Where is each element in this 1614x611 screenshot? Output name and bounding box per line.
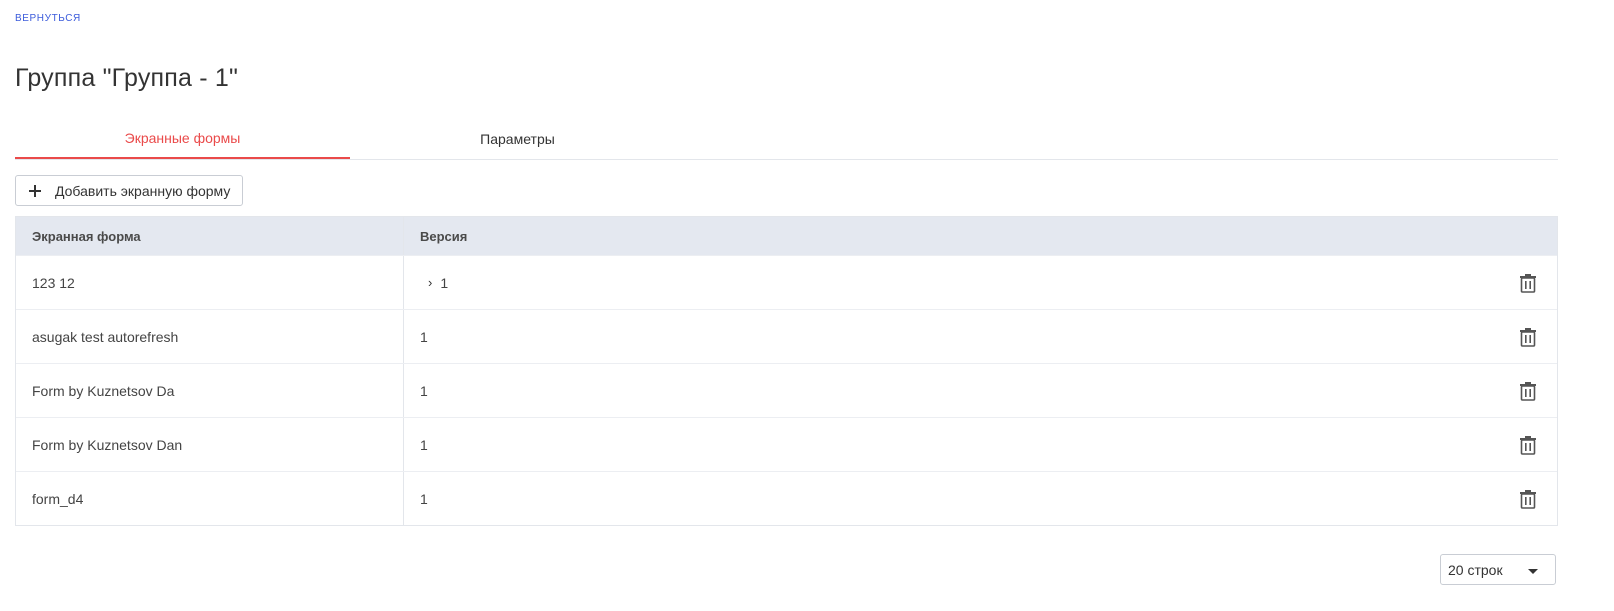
version-value: 1 (420, 328, 428, 345)
table-row[interactable]: Form by Kuznetsov Da 1 (16, 363, 1557, 417)
version-cell: 1 (404, 418, 1557, 471)
forms-table: Экранная форма Версия 123 12 › 1 asugak … (15, 216, 1558, 526)
trash-icon[interactable] (1519, 489, 1537, 509)
rows-per-page-value: 20 строк (1448, 561, 1503, 578)
trash-icon[interactable] (1519, 435, 1537, 455)
caret-down-icon (1528, 569, 1538, 574)
trash-icon[interactable] (1519, 273, 1537, 293)
tab-parameters[interactable]: Параметры (350, 118, 685, 159)
column-header-form: Экранная форма (16, 217, 404, 255)
table-row[interactable]: asugak test autorefresh 1 (16, 309, 1557, 363)
plus-icon (29, 184, 41, 197)
form-name-cell: 123 12 (16, 256, 404, 309)
form-name-cell: asugak test autorefresh (16, 310, 404, 363)
trash-icon[interactable] (1519, 381, 1537, 401)
add-screen-form-button[interactable]: Добавить экранную форму (15, 175, 244, 206)
version-value: 1 (420, 382, 428, 399)
version-value: 1 (420, 436, 428, 453)
trash-icon[interactable] (1519, 327, 1537, 347)
form-name-cell: form_d4 (16, 472, 404, 525)
version-value: 1 (440, 274, 449, 291)
back-link[interactable]: ВЕРНУТЬСЯ (15, 13, 81, 24)
tab-screen-forms[interactable]: Экранные формы (15, 118, 350, 159)
chevron-right-icon[interactable]: › (428, 276, 432, 289)
page-title: Группа "Группа - 1" (15, 64, 239, 92)
table-header: Экранная форма Версия (16, 217, 1557, 255)
form-name-cell: Form by Kuznetsov Dan (16, 418, 404, 471)
rows-per-page-select[interactable]: 20 строк (1440, 554, 1556, 585)
table-row[interactable]: Form by Kuznetsov Dan 1 (16, 417, 1557, 471)
add-screen-form-label: Добавить экранную форму (55, 182, 231, 199)
page: ВЕРНУТЬСЯ Группа "Группа - 1" Экранные ф… (0, 0, 1614, 611)
version-cell: 1 (404, 364, 1557, 417)
version-cell: › 1 (404, 256, 1557, 309)
form-name-cell: Form by Kuznetsov Da (16, 364, 404, 417)
tabs: Экранные формы Параметры (15, 118, 1558, 160)
column-header-version: Версия (420, 228, 468, 244)
version-value: 1 (420, 490, 428, 507)
version-cell: 1 (404, 472, 1557, 525)
table-row[interactable]: 123 12 › 1 (16, 255, 1557, 309)
version-cell: 1 (404, 310, 1557, 363)
table-row[interactable]: form_d4 1 (16, 471, 1557, 525)
